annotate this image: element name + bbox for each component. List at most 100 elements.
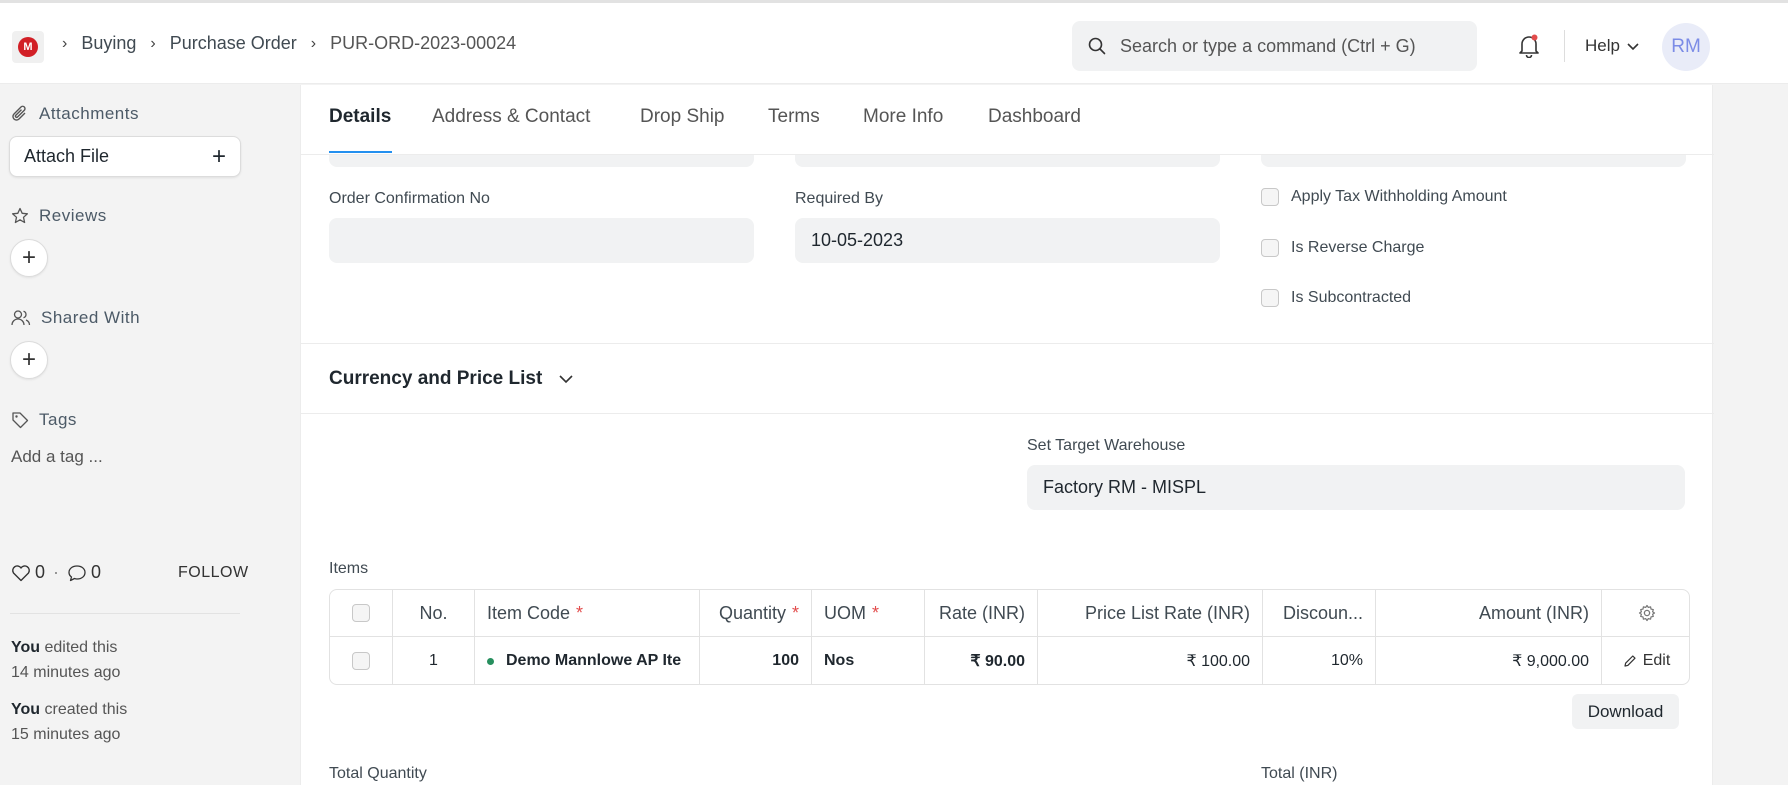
heart-icon[interactable] <box>11 564 31 582</box>
bell-icon <box>1519 34 1539 59</box>
comments-count: 0 <box>91 562 102 582</box>
navbar-divider <box>1564 30 1565 62</box>
form-main: Details Address & Contact Drop Ship Term… <box>300 85 1714 785</box>
tab-dashboard[interactable]: Dashboard <box>988 106 1081 128</box>
tab-details[interactable]: Details <box>329 106 391 128</box>
header-quantity: Quantity * <box>700 590 812 636</box>
currency-price-list-section-toggle[interactable]: Currency and Price List <box>329 368 574 390</box>
breadcrumb: › Buying › Purchase Order › PUR-ORD-2023… <box>62 33 516 54</box>
price-list-rate-cell[interactable]: ₹ 100.00 <box>1038 637 1263 684</box>
header-amount: Amount (INR) <box>1376 590 1602 636</box>
likes-count: 0 <box>35 562 46 582</box>
edit-control[interactable]: Edit <box>1623 652 1670 670</box>
comment-icon[interactable] <box>67 564 87 582</box>
form-sidebar: Attachments Attach File + Reviews + Shar… <box>0 85 300 785</box>
row-checkbox[interactable] <box>352 652 370 670</box>
checkbox[interactable] <box>1261 289 1279 307</box>
order-confirmation-label: Order Confirmation No <box>329 190 490 207</box>
search-bar[interactable]: Search or type a command (Ctrl + G) <box>1072 21 1477 71</box>
item-code-cell[interactable]: Demo Mannlowe AP Ite <box>475 637 700 684</box>
tags-heading: Tags <box>11 410 77 430</box>
tab-drop-ship[interactable]: Drop Ship <box>640 106 725 128</box>
download-button[interactable]: Download <box>1572 694 1679 729</box>
rate-cell[interactable]: ₹ 90.00 <box>925 637 1038 684</box>
help-dropdown[interactable]: Help <box>1585 36 1640 56</box>
header-rate: Rate (INR) <box>925 590 1038 636</box>
header-item-code: Item Code * <box>475 590 700 636</box>
target-warehouse-input[interactable]: Factory RM - MISPL <box>1027 465 1685 510</box>
is-subcontracted-checkbox[interactable]: Is Subcontracted <box>1261 289 1411 307</box>
add-share-button[interactable]: + <box>10 341 48 379</box>
row-edit-button[interactable]: Edit <box>1602 637 1689 684</box>
star-icon <box>11 207 29 224</box>
breadcrumb-buying[interactable]: Buying <box>81 33 136 54</box>
checkbox[interactable] <box>1261 239 1279 257</box>
likes-comments: 0 · 0 <box>11 562 101 583</box>
search-placeholder: Search or type a command (Ctrl + G) <box>1120 35 1416 56</box>
activity-time: 15 minutes ago <box>11 726 121 743</box>
column-settings-button[interactable] <box>1602 590 1689 636</box>
target-warehouse-label: Set Target Warehouse <box>1027 437 1186 454</box>
sidebar-divider <box>10 613 240 614</box>
section-divider <box>301 413 1714 414</box>
add-tag-link[interactable]: Add a tag ... <box>11 447 103 467</box>
amount-cell: ₹ 9,000.00 <box>1376 637 1602 684</box>
follow-button[interactable]: FOLLOW <box>178 564 249 582</box>
activity-action: created this <box>44 701 128 718</box>
order-confirmation-input[interactable] <box>329 218 754 263</box>
activity-item: You created this 15 minutes ago <box>11 697 127 747</box>
quantity-cell[interactable]: 100 <box>700 637 812 684</box>
section-title: Currency and Price List <box>329 368 543 389</box>
table-header-row: No. Item Code * Quantity * UOM * Rate (INR)… <box>330 590 1689 637</box>
attach-file-button[interactable]: Attach File + <box>9 136 241 177</box>
previous-field <box>795 155 1220 167</box>
uom-cell[interactable]: Nos <box>812 637 925 684</box>
header-price-list-rate: Price List Rate (INR) <box>1038 590 1263 636</box>
breadcrumb-document[interactable]: PUR-ORD-2023-00024 <box>330 33 516 54</box>
add-review-button[interactable]: + <box>10 239 48 277</box>
activity-item: You edited this 14 minutes ago <box>11 635 120 685</box>
tab-terms[interactable]: Terms <box>768 106 820 128</box>
select-all-checkbox[interactable] <box>352 604 370 622</box>
row-select-cell <box>330 637 393 684</box>
tags-label: Tags <box>39 410 77 429</box>
required-mark: * <box>576 602 584 623</box>
activity-user: You <box>11 701 41 718</box>
tag-icon <box>12 412 29 429</box>
plus-icon: + <box>211 142 226 170</box>
tab-more-info[interactable]: More Info <box>863 106 943 128</box>
discount-cell[interactable]: 10% <box>1263 637 1376 684</box>
reviews-heading: Reviews <box>11 206 107 226</box>
notifications-button[interactable] <box>1518 34 1540 63</box>
app-logo[interactable]: M <box>12 31 44 63</box>
users-icon <box>11 310 31 326</box>
row-no: 1 <box>393 637 475 684</box>
tab-address-contact[interactable]: Address & Contact <box>432 106 590 128</box>
attachments-heading: Attachments <box>11 104 139 124</box>
user-avatar[interactable]: RM <box>1662 23 1710 71</box>
attach-file-label: Attach File <box>24 146 110 166</box>
section-divider <box>301 343 1714 344</box>
chevron-down-icon <box>559 375 573 384</box>
apply-tax-withholding-checkbox[interactable]: Apply Tax Withholding Amount <box>1261 188 1507 206</box>
previous-field <box>329 155 754 167</box>
select-all-cell <box>330 590 393 636</box>
required-mark: * <box>791 602 799 623</box>
table-row[interactable]: 1 Demo Mannlowe AP Ite 100 Nos ₹ 90.00 ₹… <box>330 637 1689 684</box>
plus-icon: + <box>21 244 36 271</box>
required-mark: * <box>872 602 880 623</box>
activity-action: edited this <box>44 639 118 656</box>
logo-mark: M <box>18 37 38 57</box>
items-table: No. Item Code * Quantity * UOM * Rate (INR)… <box>329 589 1690 685</box>
required-by-input[interactable]: 10-05-2023 <box>795 218 1220 263</box>
pencil-icon <box>1624 655 1636 667</box>
breadcrumb-purchase-order[interactable]: Purchase Order <box>170 33 297 54</box>
shared-with-heading: Shared With <box>11 308 140 328</box>
is-reverse-charge-checkbox[interactable]: Is Reverse Charge <box>1261 239 1424 257</box>
navbar: M › Buying › Purchase Order › PUR-ORD-20… <box>0 0 1788 84</box>
required-by-label: Required By <box>795 190 884 207</box>
gear-icon <box>1638 604 1655 622</box>
dot-separator: · <box>53 562 60 582</box>
checkbox[interactable] <box>1261 188 1279 206</box>
plus-icon: + <box>21 346 36 373</box>
